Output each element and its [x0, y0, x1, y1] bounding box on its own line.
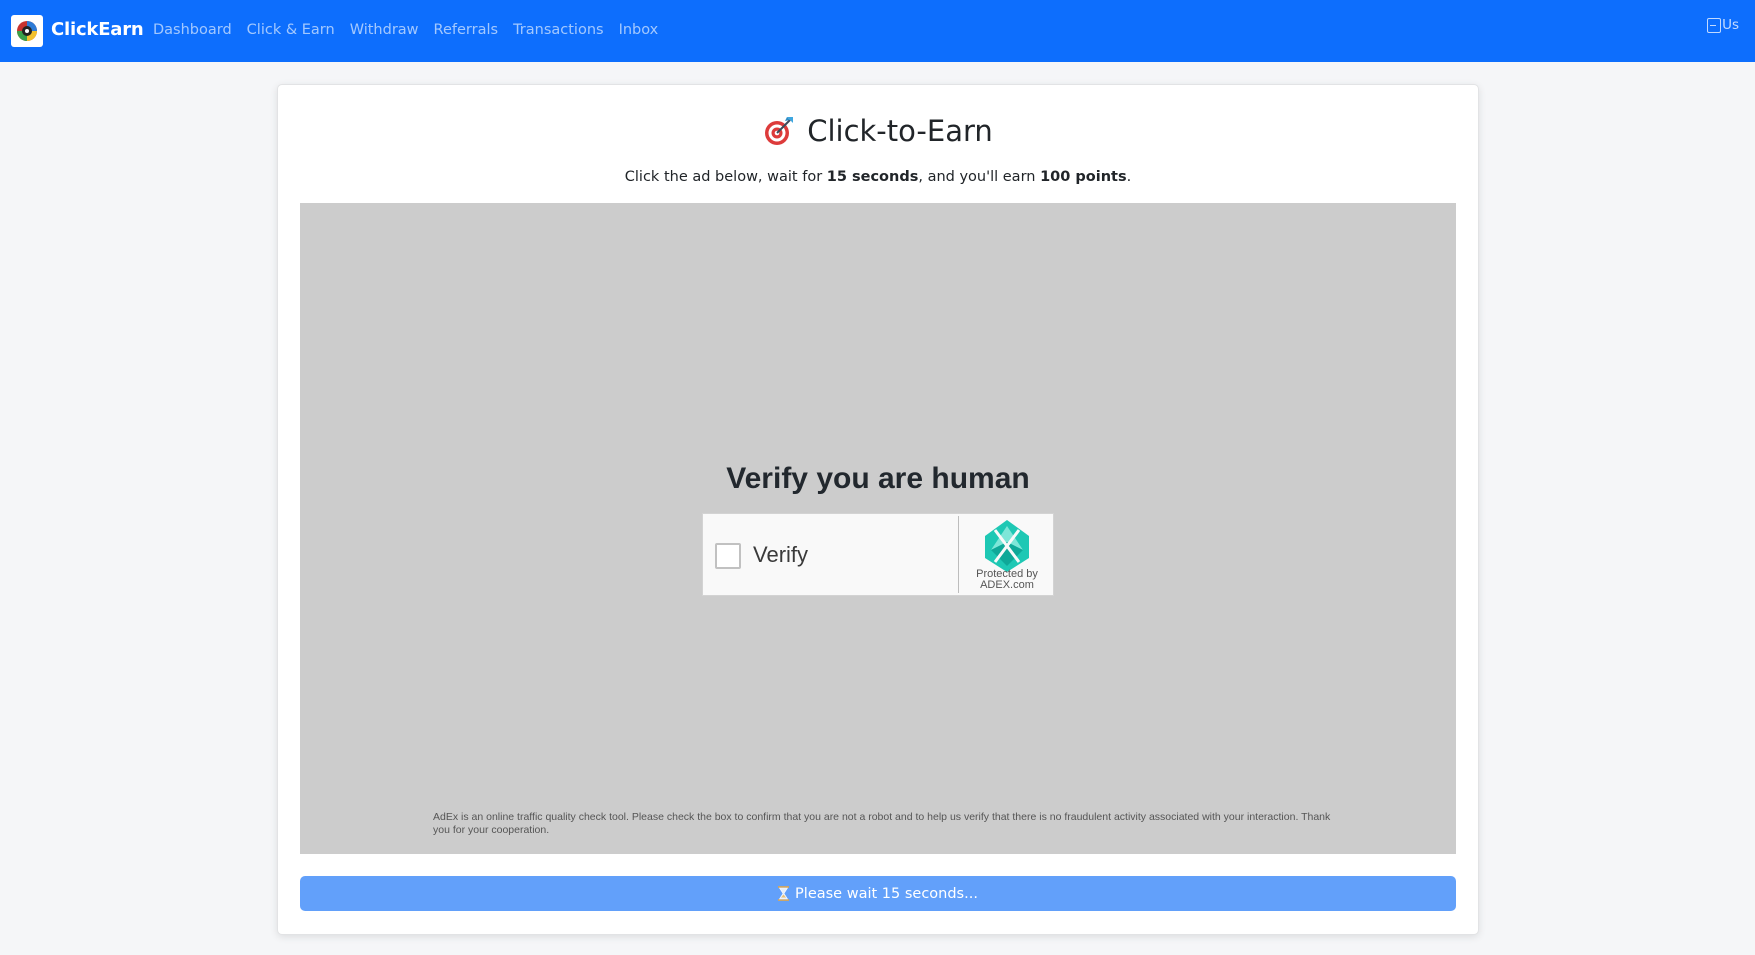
- instructions-middle: , and you'll earn: [918, 169, 1041, 185]
- brand-logo-icon[interactable]: [11, 15, 43, 47]
- instructions-text: Click the ad below, wait for 15 seconds,…: [278, 169, 1478, 185]
- nav-link-withdraw[interactable]: Withdraw: [350, 22, 419, 38]
- dart-target-icon: [765, 117, 794, 145]
- nav-link-transactions[interactable]: Transactions: [513, 22, 604, 38]
- ad-iframe[interactable]: Verify you are human Verify Protected by…: [300, 203, 1456, 854]
- nav-link-referrals[interactable]: Referrals: [434, 22, 499, 38]
- wait-countdown-button[interactable]: Please wait 15 seconds...: [300, 876, 1456, 911]
- instructions-prefix: Click the ad below, wait for: [624, 169, 827, 185]
- instructions-seconds: 15 seconds: [826, 169, 919, 185]
- captcha-widget: Verify Protected by ADEX.com: [702, 513, 1054, 596]
- captcha-divider: [958, 516, 959, 593]
- top-navbar: ClickEarn Dashboard Click & Earn Withdra…: [0, 0, 1755, 62]
- wait-button-label: Please wait 15 seconds...: [795, 885, 978, 902]
- verify-label[interactable]: Verify: [753, 542, 808, 568]
- verify-checkbox[interactable]: [715, 543, 741, 569]
- click-to-earn-card: Click-to-Earn Click the ad below, wait f…: [277, 84, 1479, 935]
- nav-link-inbox[interactable]: Inbox: [619, 22, 659, 38]
- protected-by-line2: ADEX.com: [980, 579, 1034, 591]
- adex-logo-icon: [985, 520, 1029, 572]
- nav-link-dashboard[interactable]: Dashboard: [153, 22, 232, 38]
- instructions-points: 100 points: [1040, 169, 1127, 185]
- page-title: Click-to-Earn: [807, 114, 993, 148]
- nav-link-click-earn[interactable]: Click & Earn: [247, 22, 335, 38]
- instructions-suffix: .: [1126, 169, 1132, 185]
- nav-links: Dashboard Click & Earn Withdraw Referral…: [153, 22, 673, 38]
- card-title-row: Click-to-Earn: [278, 111, 1478, 151]
- protected-by-text: Protected by ADEX.com: [961, 569, 1053, 591]
- user-avatar[interactable]: Us: [1707, 16, 1739, 34]
- ad-disclaimer: AdEx is an online traffic quality check …: [433, 811, 1331, 836]
- hourglass-icon: [778, 886, 790, 901]
- avatar-alt-text: Us: [1722, 17, 1739, 33]
- verify-heading: Verify you are human: [726, 462, 1030, 495]
- broken-image-icon: [1707, 17, 1722, 33]
- brand-name[interactable]: ClickEarn: [51, 19, 144, 40]
